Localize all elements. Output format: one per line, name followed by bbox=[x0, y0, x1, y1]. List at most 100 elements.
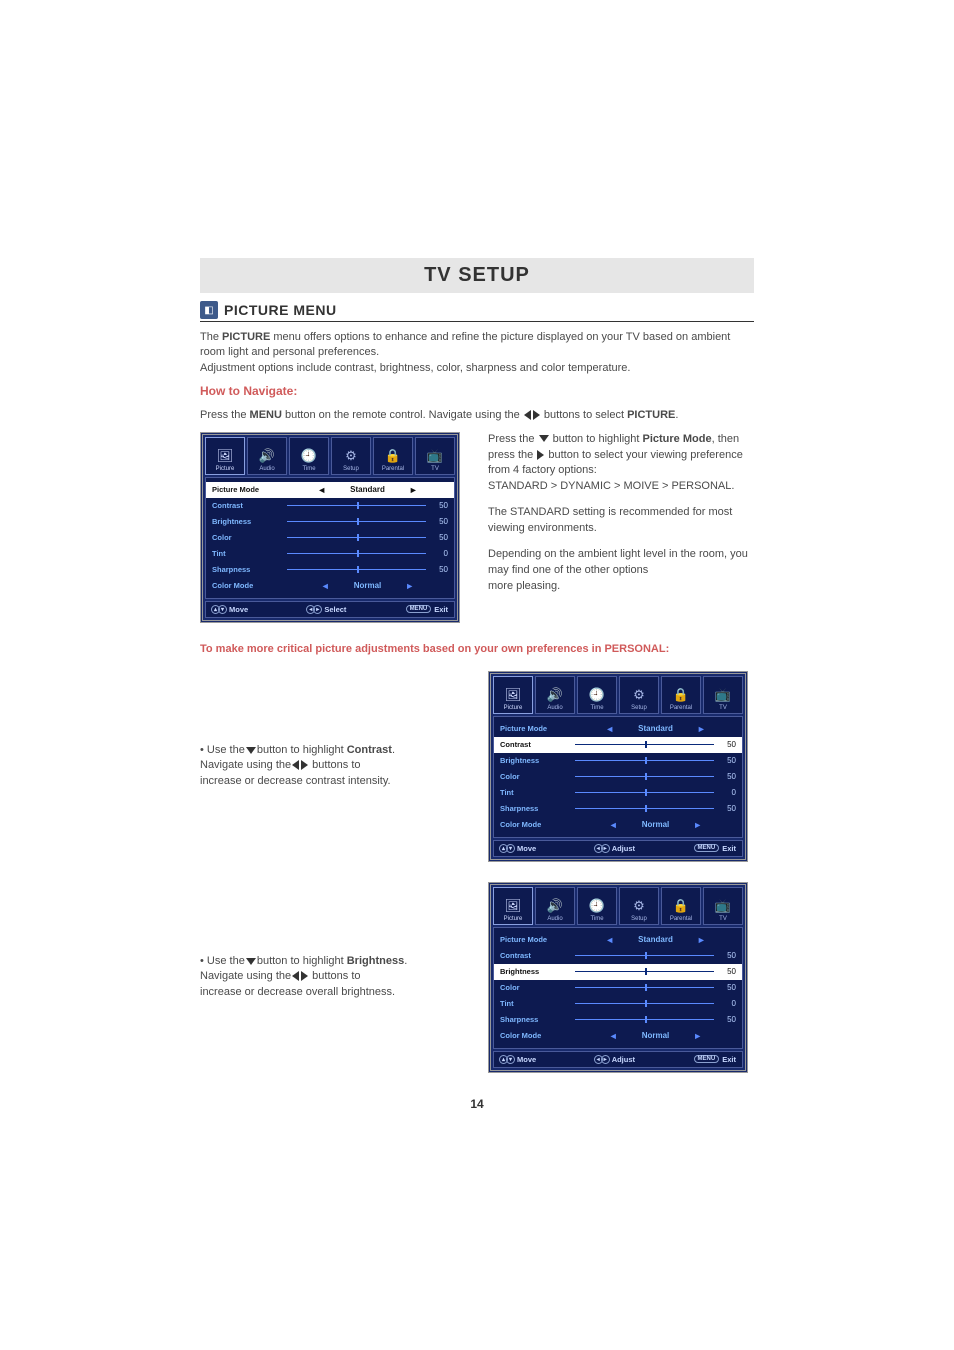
tv-icon: 📺 bbox=[715, 687, 731, 703]
osd-slider[interactable] bbox=[575, 999, 714, 1009]
tv-icon: 📺 bbox=[715, 898, 731, 914]
osd-row-sharpness[interactable]: Sharpness50 bbox=[500, 1012, 736, 1028]
osd-row-sharpness[interactable]: Sharpness50 bbox=[500, 801, 736, 817]
osd-row-picture-mode[interactable]: Picture Mode◄Standard► bbox=[206, 482, 454, 498]
osd-footer: ▴▾ Move◂▸ SelectMENU Exit bbox=[205, 601, 455, 618]
osd-tab-label: Time bbox=[590, 705, 603, 711]
osd-panel-2: 🖼Picture🔊Audio 🕘 Time ⚙ Setup 🔒Parental📺TV Pic… bbox=[488, 671, 748, 862]
osd-row-brightness[interactable]: Brightness50 bbox=[500, 753, 736, 769]
osd-panel-1: 🖼Picture🔊Audio🕘Time ⚙ Setup 🔒Parental📺TV Pic… bbox=[200, 432, 460, 623]
text: button to highlight bbox=[257, 744, 347, 756]
osd-slider[interactable] bbox=[575, 772, 714, 782]
osd-tab-label: TV bbox=[431, 466, 439, 472]
text: increase or decrease overall brightness. bbox=[200, 986, 395, 998]
osd-tab-audio[interactable]: 🔊Audio bbox=[535, 676, 575, 714]
osd-value: 0 bbox=[714, 999, 736, 1008]
time-icon: 🕘 bbox=[589, 687, 605, 703]
osd-row-sharpness[interactable]: Sharpness50 bbox=[212, 562, 448, 578]
osd-tab-label: Time bbox=[590, 916, 603, 922]
osd-row-contrast[interactable]: Contrast50 bbox=[500, 948, 736, 964]
osd-slider[interactable] bbox=[575, 951, 714, 961]
osd-row-picture-mode[interactable]: Picture Mode◄Standard► bbox=[500, 932, 736, 948]
osd-slider[interactable] bbox=[575, 740, 714, 750]
osd-tab-tv[interactable]: 📺TV bbox=[415, 437, 455, 475]
osd-tab-picture[interactable]: 🖼Picture bbox=[493, 887, 533, 925]
osd-row-tint[interactable]: Tint0 bbox=[500, 996, 736, 1012]
text: • Use the bbox=[200, 955, 245, 967]
page-content: TV SETUP ◧ PICTURE MENU The PICTURE menu… bbox=[200, 258, 754, 1111]
osd-row-label: Picture Mode bbox=[500, 724, 575, 733]
osd-tab-setup[interactable]: ⚙ Setup bbox=[619, 676, 659, 714]
osd-row-brightness[interactable]: Brightness50 bbox=[212, 514, 448, 530]
osd-select-value: ◄Standard► bbox=[575, 724, 736, 734]
osd-value: 0 bbox=[714, 788, 736, 797]
text: buttons to bbox=[309, 759, 360, 771]
osd-row-label: Color bbox=[212, 533, 287, 542]
footer-exit: MENU Exit bbox=[694, 844, 736, 853]
osd-row-tint[interactable]: Tint0 bbox=[500, 785, 736, 801]
osd-row-color-mode[interactable]: Color Mode◄Normal► bbox=[500, 1028, 736, 1044]
osd-tab-label: Setup bbox=[631, 916, 647, 922]
osd-tab-tv[interactable]: 📺TV bbox=[703, 676, 743, 714]
text: . bbox=[392, 744, 395, 756]
osd-row-contrast[interactable]: Contrast50 bbox=[494, 737, 742, 753]
osd-row-picture-mode[interactable]: Picture Mode◄Standard► bbox=[500, 721, 736, 737]
osd-tab-label: Parental bbox=[670, 705, 692, 711]
text: button to highlight bbox=[257, 955, 347, 967]
osd-tab-picture[interactable]: 🖼Picture bbox=[493, 676, 533, 714]
down-arrow-icon bbox=[539, 435, 549, 442]
text: . bbox=[675, 409, 678, 421]
parental-icon: 🔒 bbox=[673, 898, 689, 914]
setup-icon: ⚙ bbox=[631, 687, 647, 703]
osd-slider[interactable] bbox=[575, 756, 714, 766]
osd-row-color-mode[interactable]: Color Mode◄Normal► bbox=[500, 817, 736, 833]
how-to-heading: How to Navigate: bbox=[200, 384, 754, 398]
osd-row-color[interactable]: Color50 bbox=[500, 980, 736, 996]
osd-slider[interactable] bbox=[287, 565, 426, 575]
osd-tab-parental[interactable]: 🔒Parental bbox=[661, 887, 701, 925]
osd-tab-label: Audio bbox=[259, 466, 274, 472]
text: Navigate using the bbox=[200, 759, 291, 771]
osd-tab-label: Setup bbox=[343, 466, 359, 472]
osd-value: 50 bbox=[714, 804, 736, 813]
footer-move: ▴▾ Move bbox=[212, 605, 248, 614]
osd-value: 50 bbox=[714, 756, 736, 765]
osd-row-label: Brightness bbox=[212, 517, 287, 526]
osd-value: 0 bbox=[426, 549, 448, 558]
osd-tab-time[interactable]: 🕘Time bbox=[289, 437, 329, 475]
osd-tab-parental[interactable]: 🔒Parental bbox=[373, 437, 413, 475]
osd-row-color-mode[interactable]: Color Mode◄Normal► bbox=[212, 578, 448, 594]
osd-select-value: ◄Normal► bbox=[287, 581, 448, 591]
osd-slider[interactable] bbox=[287, 549, 426, 559]
setup-icon: ⚙ bbox=[343, 448, 359, 464]
osd-row-contrast[interactable]: Contrast50 bbox=[212, 498, 448, 514]
osd-tab-setup[interactable]: ⚙ Setup bbox=[331, 437, 371, 475]
osd-tab-setup[interactable]: ⚙Setup bbox=[619, 887, 659, 925]
osd-slider[interactable] bbox=[287, 501, 426, 511]
osd-row-label: Color Mode bbox=[500, 820, 575, 829]
osd-tab-tv[interactable]: 📺TV bbox=[703, 887, 743, 925]
text: Press the bbox=[200, 409, 250, 421]
osd-select-value: ◄Normal► bbox=[575, 1031, 736, 1041]
osd-slider[interactable] bbox=[287, 517, 426, 527]
osd-tab-time[interactable]: 🕘 Time bbox=[577, 676, 617, 714]
osd-tab-audio[interactable]: 🔊Audio bbox=[247, 437, 287, 475]
osd-tab-time[interactable]: 🕘Time bbox=[577, 887, 617, 925]
osd-tab-picture[interactable]: 🖼Picture bbox=[205, 437, 245, 475]
osd-tab-audio[interactable]: 🔊Audio bbox=[535, 887, 575, 925]
osd-tab-label: Setup bbox=[631, 705, 647, 711]
osd-slider[interactable] bbox=[575, 983, 714, 993]
osd-row-label: Color Mode bbox=[500, 1031, 575, 1040]
osd-row-tint[interactable]: Tint0 bbox=[212, 546, 448, 562]
text: The bbox=[200, 331, 222, 343]
osd-slider[interactable] bbox=[575, 788, 714, 798]
osd-slider[interactable] bbox=[287, 533, 426, 543]
osd-row-color[interactable]: Color50 bbox=[212, 530, 448, 546]
osd-row-brightness[interactable]: Brightness50 bbox=[494, 964, 742, 980]
osd-slider[interactable] bbox=[575, 967, 714, 977]
osd-row-label: Contrast bbox=[500, 951, 575, 960]
osd-tab-parental[interactable]: 🔒Parental bbox=[661, 676, 701, 714]
osd-row-color[interactable]: Color50 bbox=[500, 769, 736, 785]
osd-slider[interactable] bbox=[575, 804, 714, 814]
osd-slider[interactable] bbox=[575, 1015, 714, 1025]
